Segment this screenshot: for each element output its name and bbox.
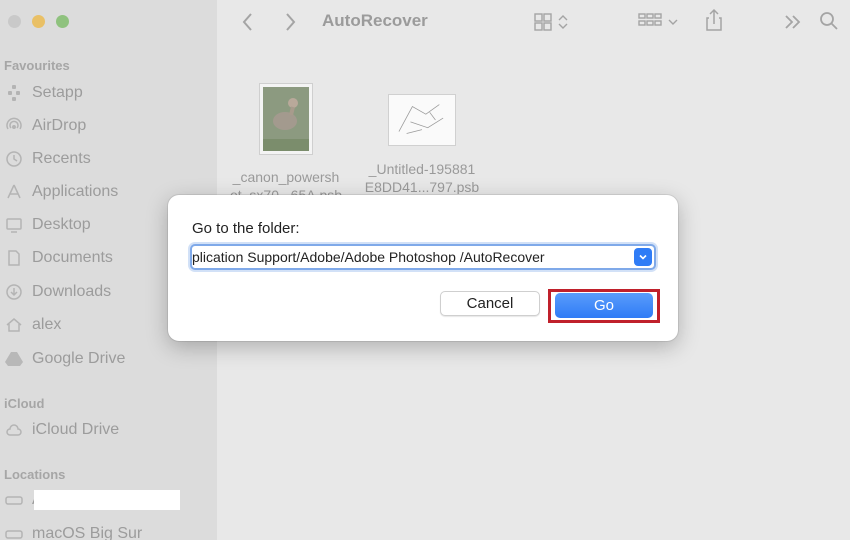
- clock-icon: [4, 149, 24, 169]
- sidebar-item-label: Desktop: [32, 216, 91, 233]
- desktop-icon: [4, 215, 24, 235]
- forward-icon[interactable]: [283, 12, 297, 32]
- folder-path-value: plication Support/Adobe/Adobe Photoshop …: [192, 249, 545, 265]
- sidebar-item-airdrop[interactable]: AirDrop: [4, 113, 209, 139]
- google-drive-icon: [4, 349, 24, 369]
- group-by-icon[interactable]: [637, 12, 681, 32]
- share-icon[interactable]: [705, 8, 723, 32]
- dialog-title: Go to the folder:: [192, 220, 300, 237]
- sidebar-item-label: Google Drive: [32, 350, 126, 367]
- chevron-down-icon: [639, 254, 647, 260]
- toolbar: AutoRecover: [217, 0, 850, 46]
- sidebar-item-label: alex: [32, 316, 62, 333]
- home-icon: [4, 315, 24, 335]
- sidebar-item-recents[interactable]: Recents: [4, 146, 209, 172]
- file-name: _Untitled-195881 E8DD41...797.psb: [364, 161, 480, 194]
- photo-thumbnail: [260, 84, 312, 154]
- search-icon[interactable]: [819, 11, 839, 31]
- window-title: AutoRecover: [322, 11, 428, 30]
- applications-icon: [4, 182, 24, 202]
- sidebar-item-label: Documents: [32, 249, 113, 266]
- sidebar-section-icloud: iCloud: [4, 396, 45, 411]
- sidebar-item-label: AirDrop: [32, 117, 87, 134]
- cancel-button[interactable]: Cancel: [440, 291, 540, 316]
- sidebar-item-label: Downloads: [32, 283, 112, 300]
- sidebar-item-label: iCloud Drive: [32, 421, 120, 438]
- more-toolbar-icon[interactable]: [783, 13, 803, 31]
- document-icon: [4, 248, 24, 268]
- download-icon: [4, 282, 24, 302]
- go-to-folder-dialog: Go to the folder: plication Support/Adob…: [168, 195, 678, 341]
- icon-view-grid-icon[interactable]: [533, 12, 573, 32]
- minimize-window-button[interactable]: [32, 15, 45, 28]
- sidebar-item-macos-big-sur[interactable]: macOS Big Sur: [4, 521, 209, 540]
- sidebar-section-favourites: Favourites: [4, 58, 70, 73]
- sidebar-item-label: Applications: [32, 183, 119, 200]
- file-item[interactable]: _canon_powersh ot_sx70...65A.psb: [221, 84, 351, 202]
- maximize-window-button[interactable]: [56, 15, 69, 28]
- back-icon[interactable]: [241, 12, 255, 32]
- sidebar-section-locations: Locations: [4, 467, 66, 482]
- sidebar-item-icloud-drive[interactable]: iCloud Drive: [4, 417, 209, 443]
- setapp-icon: [4, 83, 24, 103]
- file-item[interactable]: _Untitled-195881 E8DD41...797.psb: [357, 94, 487, 194]
- airdrop-icon: [4, 116, 24, 136]
- folder-path-field[interactable]: plication Support/Adobe/Adobe Photoshop …: [190, 244, 656, 270]
- sidebar-item-label: Setapp: [32, 84, 83, 101]
- sidebar-item-google-drive[interactable]: Google Drive: [4, 346, 209, 372]
- recent-folders-dropdown-button[interactable]: [634, 248, 652, 266]
- disk-icon: [4, 524, 24, 540]
- close-window-button[interactable]: [8, 15, 21, 28]
- folder-path-input[interactable]: plication Support/Adobe/Adobe Photoshop …: [192, 246, 628, 268]
- disk-icon: [4, 490, 24, 510]
- cloud-icon: [4, 420, 24, 440]
- sidebar-item-label: Recents: [32, 150, 91, 167]
- go-button[interactable]: Go: [555, 293, 653, 318]
- sidebar-item-setapp[interactable]: Setapp: [4, 80, 209, 106]
- sidebar-item-label: macOS Big Sur: [32, 525, 143, 540]
- drawing-thumbnail: [388, 94, 456, 146]
- redaction-box: [34, 490, 180, 510]
